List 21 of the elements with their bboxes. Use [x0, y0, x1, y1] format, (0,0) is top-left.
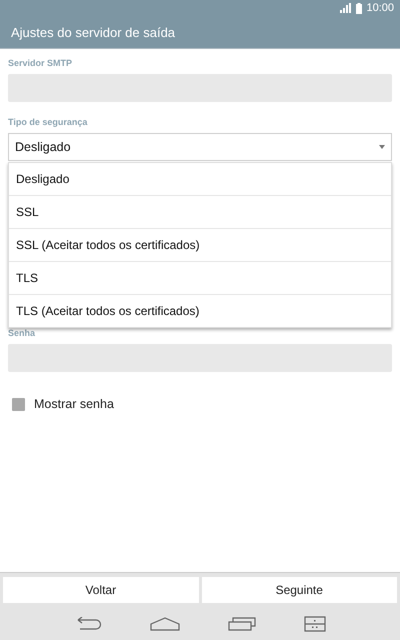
home-icon[interactable] — [150, 617, 180, 631]
checkbox[interactable] — [12, 398, 25, 410]
footer-button[interactable]: Voltar — [3, 577, 198, 603]
signal-icon — [340, 3, 352, 13]
field-label: Tipo de segurança — [8, 117, 88, 127]
menu-icon[interactable] — [304, 616, 326, 632]
recent-apps-icon[interactable] — [228, 617, 256, 631]
dropdown-option[interactable]: SSL — [9, 195, 391, 228]
dropdown-option[interactable]: SSL (Aceitar todos os certificados) — [9, 228, 391, 261]
status-time: 10:00 — [366, 2, 394, 14]
dropdown-option[interactable]: TLS — [9, 261, 391, 294]
screen-title: Ajustes do servidor de saída — [11, 24, 176, 40]
checkbox-label: Mostrar senha — [34, 397, 114, 411]
dropdown-option[interactable]: TLS (Aceitar todos os certificados) — [9, 294, 391, 327]
field-label: Servidor SMTP — [8, 58, 72, 68]
dropdown-option[interactable]: Desligado — [9, 163, 391, 195]
footer-button[interactable]: Seguinte — [202, 577, 397, 603]
security-dropdown[interactable]: Desligado — [8, 133, 392, 161]
field-label: Senha — [8, 328, 36, 338]
caret-icon — [379, 145, 385, 149]
battery-icon — [356, 2, 362, 14]
